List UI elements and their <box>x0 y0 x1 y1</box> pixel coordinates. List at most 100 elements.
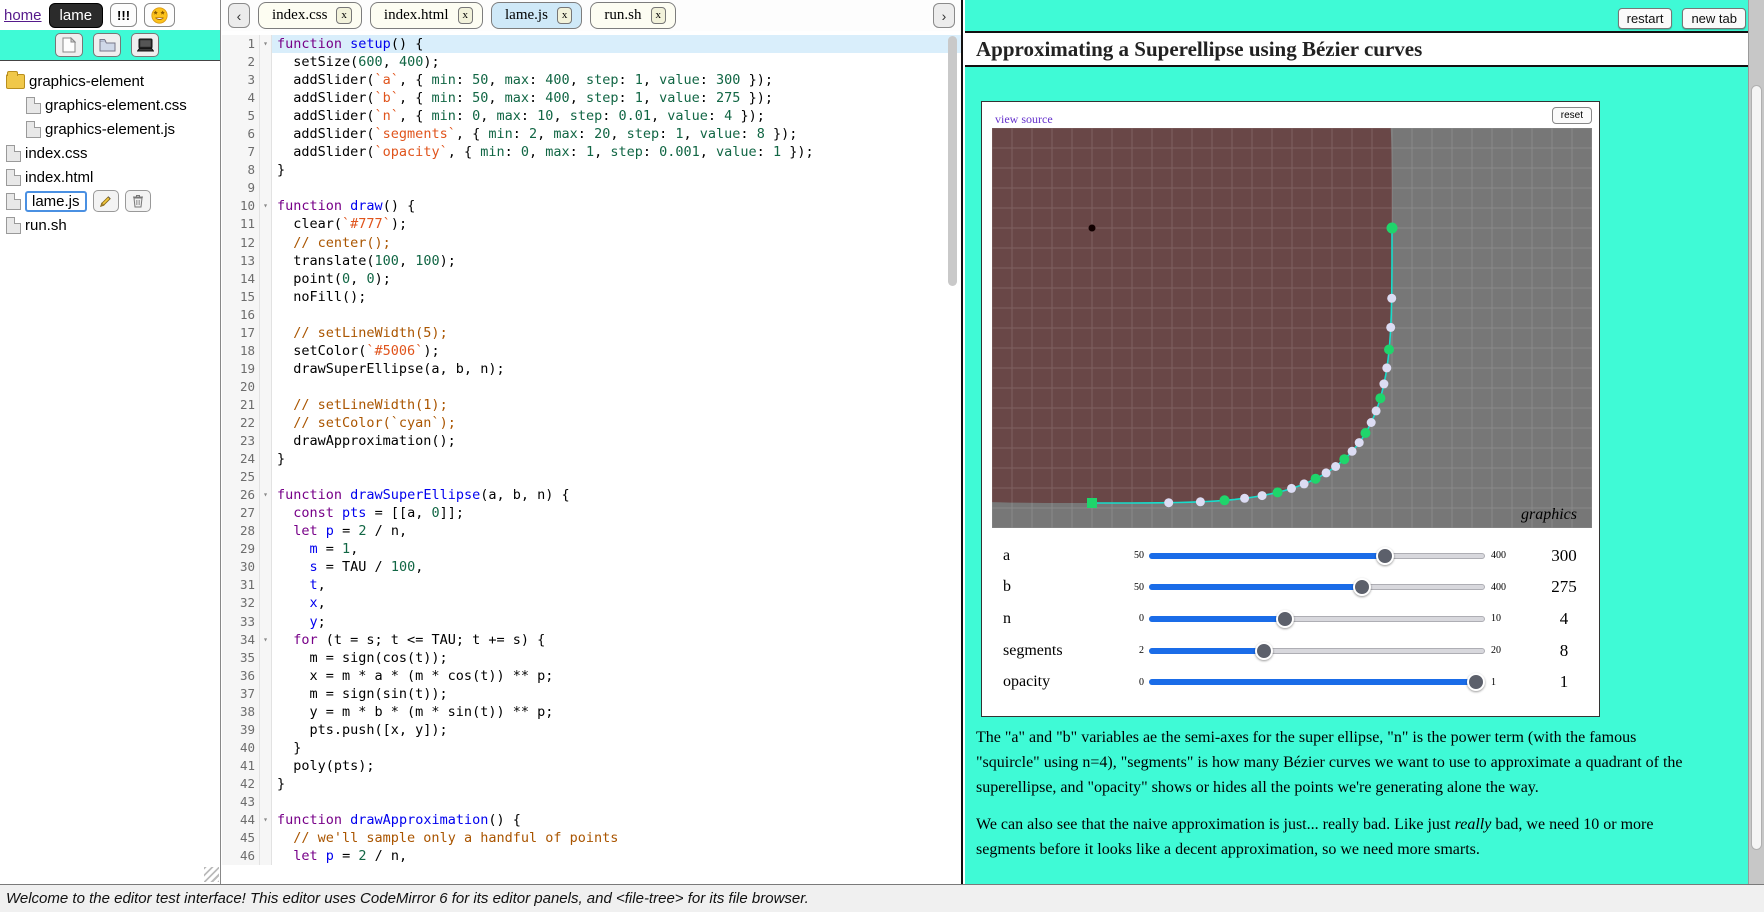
code-line[interactable]: 20 <box>222 378 961 396</box>
code-line[interactable]: 30 s = TAU / 100, <box>222 558 961 576</box>
code-line[interactable]: 45 // we'll sample only a handful of poi… <box>222 829 961 847</box>
project-name-button[interactable]: lame <box>49 3 104 28</box>
code-line[interactable]: 3 addSlider(`a`, { min: 50, max: 400, st… <box>222 71 961 89</box>
slider-thumb[interactable] <box>1376 547 1394 565</box>
code-editor[interactable]: 1▾function setup() {2 setSize(600, 400);… <box>222 31 961 865</box>
code-line[interactable]: 26▾function drawSuperEllipse(a, b, n) { <box>222 486 961 504</box>
slider-n[interactable] <box>1149 610 1485 628</box>
code-line[interactable]: 36 x = m * a * (m * cos(t)) ** p; <box>222 667 961 685</box>
code-line[interactable]: 29 m = 1, <box>222 540 961 558</box>
code-line[interactable]: 38 y = m * b * (m * sin(t)) ** p; <box>222 703 961 721</box>
code-line[interactable]: 43 <box>222 793 961 811</box>
code-line[interactable]: 34▾ for (t = s; t <= TAU; t += s) { <box>222 631 961 649</box>
code-line[interactable]: 1▾function setup() { <box>222 35 961 53</box>
code-line[interactable]: 21 // setLineWidth(1); <box>222 396 961 414</box>
slider-thumb[interactable] <box>1276 610 1294 628</box>
code-line[interactable]: 14 point(0, 0); <box>222 270 961 288</box>
rename-file-button[interactable] <box>93 190 119 212</box>
tree-item-graphics-element.css[interactable]: graphics-element.css <box>6 93 220 117</box>
slider-segments[interactable] <box>1149 642 1485 660</box>
code-line[interactable]: 12 // center(); <box>222 234 961 252</box>
code-line[interactable]: 27 const pts = [[a, 0]]; <box>222 504 961 522</box>
new-file-button[interactable] <box>55 33 83 57</box>
tab-close-button[interactable]: x <box>651 7 667 24</box>
code-line[interactable]: 44▾function drawApproximation() { <box>222 811 961 829</box>
preview-scrollbar-thumb[interactable] <box>1751 85 1762 850</box>
fold-arrow-icon[interactable]: ▾ <box>260 486 272 504</box>
tree-item-index.css[interactable]: index.css <box>6 141 220 165</box>
code-line[interactable]: 23 drawApproximation(); <box>222 432 961 450</box>
tab-index.css[interactable]: index.cssx <box>258 2 362 29</box>
code-line[interactable]: 6 addSlider(`segments`, { min: 2, max: 2… <box>222 125 961 143</box>
code-line[interactable]: 18 setColor(`#5006`); <box>222 342 961 360</box>
tree-item-run.sh[interactable]: run.sh <box>6 213 220 237</box>
tabs-scroll-right-button[interactable]: › <box>933 3 955 28</box>
slider-b[interactable] <box>1149 578 1485 596</box>
code-line[interactable]: 40 } <box>222 739 961 757</box>
tab-index.html[interactable]: index.htmlx <box>370 2 483 29</box>
tab-close-button[interactable]: x <box>458 7 474 24</box>
slider-thumb[interactable] <box>1353 578 1371 596</box>
restart-button[interactable]: restart <box>1618 8 1673 29</box>
tree-item-lame.js[interactable]: lame.js <box>6 189 220 213</box>
tree-item-index.html[interactable]: index.html <box>6 165 220 189</box>
emoji-button[interactable] <box>144 3 175 27</box>
code-line[interactable]: 35 m = sign(cos(t)); <box>222 649 961 667</box>
fold-arrow-icon[interactable]: ▾ <box>260 35 272 53</box>
tree-item-label: graphics-element <box>29 73 144 90</box>
code-line[interactable]: 46 let p = 2 / n, <box>222 847 961 865</box>
code-line[interactable]: 39 pts.push([x, y]); <box>222 721 961 739</box>
code-line[interactable]: 13 translate(100, 100); <box>222 252 961 270</box>
tab-lame.js[interactable]: lame.jsx <box>491 2 582 29</box>
editor-scrollbar-thumb[interactable] <box>948 36 957 286</box>
tree-item-graphics-element.js[interactable]: graphics-element.js <box>6 117 220 141</box>
code-line[interactable]: 37 m = sign(sin(t)); <box>222 685 961 703</box>
code-line[interactable]: 22 // setColor(`cyan`); <box>222 414 961 432</box>
delete-file-button[interactable] <box>125 190 151 212</box>
code-line-text: let p = 2 / n, <box>272 847 961 865</box>
code-line[interactable]: 28 let p = 2 / n, <box>222 522 961 540</box>
sidebar-resize-grip[interactable] <box>204 867 219 882</box>
tabs-scroll-left-button[interactable]: ‹ <box>228 3 250 28</box>
code-line[interactable]: 16 <box>222 306 961 324</box>
code-line[interactable]: 15 noFill(); <box>222 288 961 306</box>
code-line[interactable]: 24 } <box>222 450 961 468</box>
preview-scrollbar-track[interactable] <box>1748 0 1764 884</box>
reset-button[interactable]: reset <box>1552 107 1592 124</box>
slider-thumb[interactable] <box>1255 642 1273 660</box>
code-line[interactable]: 10▾function draw() { <box>222 197 961 215</box>
fold-arrow-icon[interactable]: ▾ <box>260 197 272 215</box>
fold-arrow-icon[interactable]: ▾ <box>260 811 272 829</box>
new-tab-button[interactable]: new tab <box>1682 8 1746 29</box>
line-number: 15 <box>222 288 260 306</box>
slider-a[interactable] <box>1149 547 1485 565</box>
slider-opacity[interactable] <box>1149 673 1485 691</box>
code-line[interactable]: 17 // setLineWidth(5); <box>222 324 961 342</box>
tab-run.sh[interactable]: run.shx <box>590 2 676 29</box>
code-line[interactable]: 5 addSlider(`n`, { min: 0, max: 10, step… <box>222 107 961 125</box>
code-line[interactable]: 9 <box>222 179 961 197</box>
tree-item-graphics-element[interactable]: graphics-element <box>6 69 220 93</box>
slider-thumb[interactable] <box>1467 673 1485 691</box>
code-line[interactable]: 31 t, <box>222 576 961 594</box>
terminal-button[interactable] <box>131 33 159 57</box>
code-line[interactable]: 7 addSlider(`opacity`, { min: 0, max: 1,… <box>222 143 961 161</box>
code-line[interactable]: 11 clear(`#777`); <box>222 215 961 233</box>
new-folder-button[interactable] <box>93 33 121 57</box>
code-line[interactable]: 33 y; <box>222 613 961 631</box>
alerts-button[interactable]: !!! <box>110 3 137 27</box>
code-line[interactable]: 25 <box>222 468 961 486</box>
code-line[interactable]: 2 setSize(600, 400); <box>222 53 961 71</box>
code-line[interactable]: 41 poly(pts); <box>222 757 961 775</box>
graphics-canvas[interactable] <box>992 128 1592 528</box>
tab-close-button[interactable]: x <box>557 7 573 24</box>
code-line[interactable]: 8 } <box>222 161 961 179</box>
code-line[interactable]: 4 addSlider(`b`, { min: 50, max: 400, st… <box>222 89 961 107</box>
view-source-link[interactable]: view source <box>995 112 1053 127</box>
code-line[interactable]: 19 drawSuperEllipse(a, b, n); <box>222 360 961 378</box>
home-link[interactable]: home <box>4 7 42 24</box>
code-line[interactable]: 32 x, <box>222 594 961 612</box>
code-line[interactable]: 42 } <box>222 775 961 793</box>
tab-close-button[interactable]: x <box>336 7 352 24</box>
fold-arrow-icon[interactable]: ▾ <box>260 631 272 649</box>
